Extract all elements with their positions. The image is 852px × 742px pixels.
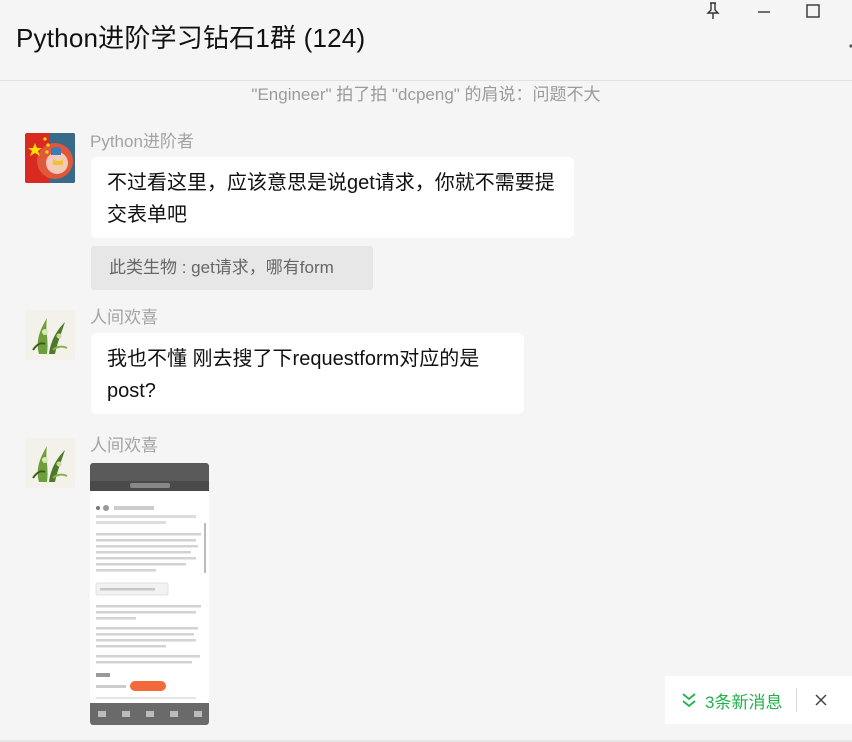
maximize-button[interactable] <box>795 0 831 22</box>
double-chevron-down-icon <box>681 691 697 709</box>
sender-name: 人间欢喜 <box>90 308 158 327</box>
minimize-button[interactable] <box>746 0 782 22</box>
sender-name: Python进阶者 <box>90 132 194 151</box>
message-bubble[interactable]: 不过看这里，应该意思是说get请求，你就不需要提交表单吧 <box>91 157 574 238</box>
more-indicator <box>848 38 852 54</box>
title-bar: Python进阶学习钻石1群 (124) <box>0 0 852 81</box>
system-message: "Engineer" 拍了拍 "dcpeng" 的肩说：问题不大 <box>251 85 601 104</box>
avatar-renjian-huanxi[interactable] <box>25 438 75 488</box>
message-text: 我也不懂 刚去搜了下requestform对应的是post? <box>107 348 480 402</box>
message-text: 不过看这里，应该意思是说get请求，你就不需要提交表单吧 <box>107 172 555 226</box>
close-icon <box>815 694 827 706</box>
close-button[interactable] <box>815 694 827 706</box>
minimize-icon <box>758 11 770 13</box>
divider <box>796 688 798 712</box>
pin-icon <box>706 2 720 19</box>
sender-name: 人间欢喜 <box>90 436 158 455</box>
message-bubble[interactable]: 我也不懂 刚去搜了下requestform对应的是post? <box>91 333 524 414</box>
pin-button[interactable] <box>695 0 731 22</box>
new-messages-bar[interactable]: 3条新消息 <box>665 676 852 724</box>
chat-title: Python进阶学习钻石1群 (124) <box>16 23 366 53</box>
maximize-icon <box>806 4 820 18</box>
new-messages-label[interactable]: 3条新消息 <box>705 688 782 713</box>
avatar-python-jinjiezhe[interactable] <box>25 133 75 183</box>
avatar-renjian-huanxi[interactable] <box>25 310 75 360</box>
quoted-message[interactable]: 此类生物 : get请求，哪有form <box>91 246 373 290</box>
image-message-phone-screenshot[interactable] <box>90 463 209 725</box>
